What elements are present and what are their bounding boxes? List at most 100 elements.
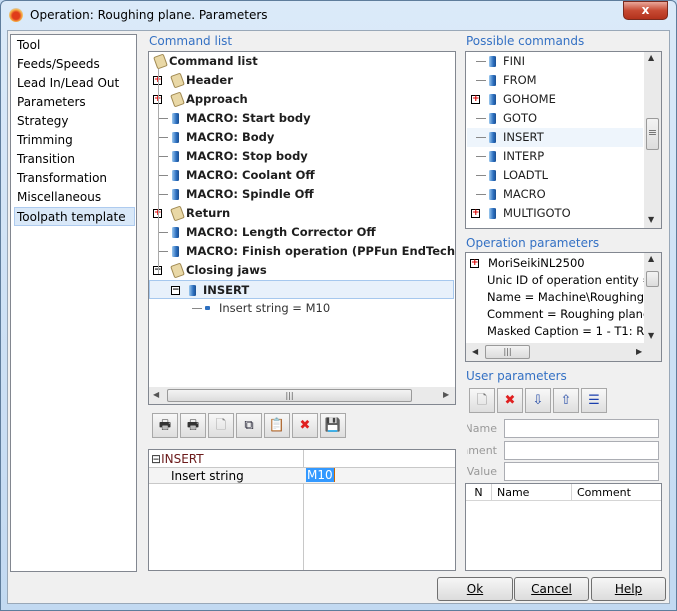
horizontal-scrollbar[interactable]: ◀ ||| ▶ (466, 343, 661, 361)
command-list-label: Command list (149, 34, 233, 48)
parameter-item[interactable]: Masked Caption = 1 - T1: Ro... (487, 324, 661, 338)
comment-input[interactable] (504, 441, 659, 460)
value-input[interactable] (504, 462, 659, 481)
scrollbar-thumb[interactable] (646, 271, 659, 287)
horizontal-scrollbar[interactable]: ◀ ||| ▶ (149, 387, 455, 404)
tree-item[interactable]: MACRO: Spindle Off (149, 185, 454, 204)
parameter-item[interactable]: Comment = Roughing plane (487, 307, 650, 321)
scrollbar-thumb[interactable]: ≡ (646, 118, 659, 150)
collapse-icon[interactable]: − (171, 286, 180, 295)
help-button[interactable]: Help (591, 577, 666, 601)
command-item[interactable]: FINI (467, 52, 643, 71)
ok-button[interactable]: Ok (437, 577, 513, 601)
tree-item[interactable]: Command list (149, 52, 454, 71)
scroll-right-icon[interactable]: ▶ (636, 347, 642, 356)
expand-icon[interactable]: + (470, 259, 479, 268)
tree-item[interactable]: MACRO: Body (149, 128, 454, 147)
new-button[interactable]: 🗋 (208, 413, 234, 438)
save-template-button[interactable]: 🖶 (180, 413, 206, 438)
tree-item-label: MACRO: Body (186, 130, 275, 144)
tree-item[interactable]: MACRO: Stop body (149, 147, 454, 166)
sidebar-item-lead-in-lead-out[interactable]: Lead In/Lead Out (15, 74, 136, 93)
sidebar-item-transition[interactable]: Transition (15, 150, 136, 169)
column-header-n[interactable]: N (466, 486, 491, 499)
cylinder-icon (489, 208, 496, 219)
scroll-up-icon[interactable]: ▲ (648, 254, 654, 263)
tree-item[interactable]: MACRO: Finish operation (PPFun EndTechIn… (149, 242, 455, 261)
command-item[interactable]: INSERT (467, 128, 643, 147)
scroll-left-icon[interactable]: ◀ (472, 347, 478, 356)
copy-button[interactable]: ⧉ (236, 413, 262, 438)
tree-item[interactable]: MACRO: Start body (149, 109, 454, 128)
scroll-left-icon[interactable]: ◀ (153, 390, 159, 399)
column-header-name[interactable]: Name (497, 486, 529, 499)
tree-item[interactable]: +Header (149, 71, 454, 90)
possible-commands-label: Possible commands (466, 34, 585, 48)
tree-item-label: MACRO: Length Corrector Off (186, 225, 376, 239)
name-input[interactable] (504, 419, 659, 438)
tree-item[interactable]: Insert string = M10 (149, 299, 454, 318)
command-item[interactable]: FROM (467, 71, 643, 90)
command-item[interactable]: GOTO (467, 109, 643, 128)
scrollbar-thumb[interactable]: ||| (167, 389, 412, 402)
paste-button[interactable]: 📋 (264, 413, 290, 438)
tree-item[interactable]: MACRO: Length Corrector Off (149, 223, 454, 242)
save-button[interactable]: 💾 (320, 413, 346, 438)
move-up-button[interactable]: ⇧ (553, 388, 579, 413)
move-down-button[interactable]: ⇩ (525, 388, 551, 413)
parameter-item[interactable]: Unic ID of operation entity = ... (487, 273, 661, 287)
command-item[interactable]: MACRO (467, 185, 643, 204)
tree-guide-line (158, 69, 159, 274)
user-parameters-label: User parameters (466, 369, 567, 383)
tree-item[interactable]: −Closing jaws (149, 261, 454, 280)
sidebar-item-miscellaneous[interactable]: Miscellaneous (15, 188, 136, 207)
scroll-down-icon[interactable]: ▼ (648, 331, 654, 340)
vertical-scrollbar[interactable]: ▲ ▼ (644, 253, 661, 343)
tag-icon (170, 262, 185, 279)
property-value-input[interactable]: M10 (306, 468, 335, 482)
command-item[interactable]: LOADTL (467, 166, 643, 185)
command-item[interactable]: + GOHOME (467, 90, 643, 109)
property-row[interactable]: Insert string M10 (149, 467, 455, 484)
sidebar-item-feeds-speeds[interactable]: Feeds/Speeds (15, 55, 136, 74)
collapse-icon[interactable]: ⊟ (151, 452, 161, 466)
property-group[interactable]: ⊟INSERT (151, 452, 204, 467)
tree-item[interactable]: +Approach (149, 90, 454, 109)
operation-parameters-tree[interactable]: Masked Caption = 1 - T1: Ro... Comment = … (465, 252, 662, 362)
command-tree[interactable]: Insert string = M10 − INSERT −Closing jaws M… (148, 51, 456, 405)
tag-icon (170, 91, 185, 108)
sidebar-item-parameters[interactable]: Parameters (15, 93, 136, 112)
load-template-button[interactable]: 🖶 (152, 413, 178, 438)
close-button[interactable]: x (623, 1, 668, 20)
scrollbar-thumb[interactable]: ||| (485, 345, 530, 359)
delete-button[interactable]: ✖ (292, 413, 318, 438)
expand-icon[interactable]: + (471, 209, 480, 218)
scroll-right-icon[interactable]: ▶ (443, 390, 449, 399)
insert-parameter-button[interactable]: ☰ (581, 388, 607, 413)
command-item[interactable]: INTERP (467, 147, 643, 166)
command-item[interactable]: + MULTIGOTO (467, 204, 643, 223)
tree-item[interactable]: − INSERT (149, 280, 454, 299)
scroll-down-icon[interactable]: ▼ (648, 215, 654, 224)
sidebar-item-trimming[interactable]: Trimming (15, 131, 136, 150)
parameter-item[interactable]: Name = Machine\Roughing pl... (487, 290, 661, 304)
new-parameter-button[interactable]: 🗋 (469, 388, 495, 413)
sidebar-item-strategy[interactable]: Strategy (15, 112, 136, 131)
cancel-button[interactable]: Cancel (514, 577, 589, 601)
sidebar-item-tool[interactable]: Tool (15, 36, 136, 55)
expand-icon[interactable]: + (471, 95, 480, 104)
delete-parameter-button[interactable]: ✖ (497, 388, 523, 413)
possible-commands-tree[interactable]: + MULTIGOTO MACRO LOADTL INTERP INSERT GOTO + GO… (465, 51, 662, 229)
tree-item[interactable]: MACRO: Coolant Off (149, 166, 454, 185)
command-item-label: INSERT (503, 130, 544, 144)
sidebar-item-toolpath-template[interactable]: Toolpath template (14, 207, 135, 226)
tree-item[interactable]: +Return (149, 204, 454, 223)
sidebar-item-transformation[interactable]: Transformation (15, 169, 136, 188)
vertical-scrollbar[interactable]: ▲ ≡ ▼ (644, 52, 661, 228)
column-header-comment[interactable]: Comment (577, 486, 631, 499)
cylinder-icon (489, 170, 496, 181)
cylinder-icon (489, 56, 496, 67)
printer-icon: 🖶 (158, 418, 172, 433)
tree-item[interactable]: + MoriSeikiNL2500 (468, 255, 648, 272)
scroll-up-icon[interactable]: ▲ (648, 53, 654, 62)
